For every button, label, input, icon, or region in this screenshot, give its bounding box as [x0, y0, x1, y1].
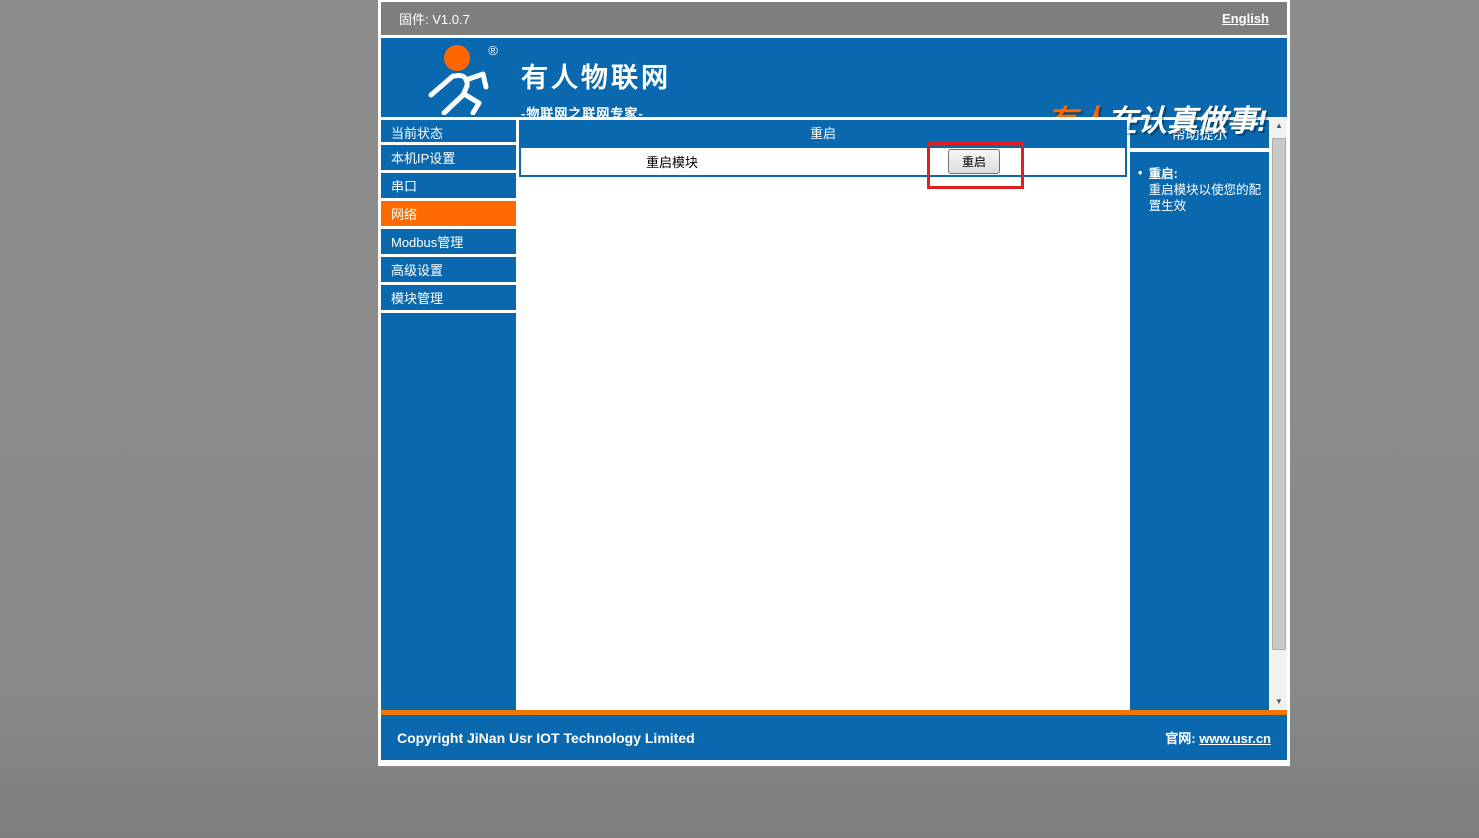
- sidebar-item-network[interactable]: 网络: [381, 201, 516, 229]
- help-term: 重启:: [1149, 166, 1263, 182]
- firmware-version: 固件: V1.0.7: [399, 9, 470, 28]
- scroll-up-arrow-icon[interactable]: ▲: [1271, 117, 1287, 134]
- browser-page: 固件: V1.0.7 English ® 有人物联网 -物联网之联网专家- 有人…: [378, 0, 1290, 766]
- help-item-reboot: • 重启: 重启模块以使您的配置生效: [1138, 166, 1263, 214]
- english-language-link[interactable]: English: [1222, 11, 1269, 26]
- page-footer: Copyright JiNan Usr IOT Technology Limit…: [381, 715, 1287, 760]
- topbar: 固件: V1.0.7 English: [381, 2, 1287, 35]
- usr-runner-logo-icon: ®: [421, 43, 507, 115]
- sidebar-item-serial-port[interactable]: 串口: [381, 173, 516, 201]
- brand-title: 有人物联网: [521, 56, 671, 95]
- reboot-label-cell: 重启模块: [521, 152, 823, 171]
- reboot-button-cell: 重启: [823, 149, 1125, 174]
- vertical-scrollbar[interactable]: ▲ ▼: [1271, 117, 1287, 710]
- help-description: 重启模块以使您的配置生效: [1149, 182, 1263, 214]
- reboot-button[interactable]: 重启: [948, 149, 1000, 174]
- main-content: 重启 重启模块 重启: [519, 117, 1127, 710]
- page-body: 当前状态 本机IP设置 串口 网络 Modbus管理 高级设置 模块管理 重启 …: [381, 117, 1287, 710]
- official-site: 官网: www.usr.cn: [1165, 728, 1271, 747]
- sidebar-item-modbus[interactable]: Modbus管理: [381, 229, 516, 257]
- help-panel-body: • 重启: 重启模块以使您的配置生效: [1130, 152, 1269, 710]
- sidebar-item-advanced[interactable]: 高级设置: [381, 257, 516, 285]
- help-item-text: 重启: 重启模块以使您的配置生效: [1149, 166, 1263, 214]
- reboot-panel-title: 重启: [519, 120, 1127, 148]
- svg-text:®: ®: [488, 43, 498, 58]
- brand-header: ® 有人物联网 -物联网之联网专家- 有人在认真做事!: [381, 38, 1287, 117]
- brand-text: 有人物联网 -物联网之联网专家-: [521, 56, 671, 122]
- sidebar-item-current-status[interactable]: 当前状态: [381, 117, 516, 145]
- scroll-down-arrow-icon[interactable]: ▼: [1271, 693, 1287, 710]
- copyright-text: Copyright JiNan Usr IOT Technology Limit…: [397, 730, 695, 746]
- reboot-row: 重启模块 重启: [519, 148, 1127, 177]
- sidebar-item-local-ip[interactable]: 本机IP设置: [381, 145, 516, 173]
- sidebar-menu: 当前状态 本机IP设置 串口 网络 Modbus管理 高级设置 模块管理: [381, 117, 516, 313]
- bullet-icon: •: [1138, 166, 1149, 214]
- sidebar-item-module-manage[interactable]: 模块管理: [381, 285, 516, 313]
- slogan-rest: 在认真做事!: [1107, 105, 1267, 138]
- usr-website-link[interactable]: www.usr.cn: [1199, 731, 1271, 746]
- reboot-module-label: 重启模块: [646, 152, 698, 171]
- site-label: 官网:: [1165, 731, 1195, 746]
- scrollbar-thumb[interactable]: [1272, 138, 1286, 650]
- help-panel: 帮助提示 • 重启: 重启模块以使您的配置生效: [1130, 117, 1269, 710]
- sidebar-nav: 当前状态 本机IP设置 串口 网络 Modbus管理 高级设置 模块管理: [381, 117, 516, 710]
- desktop-background: { "topbar": { "firmware": "固件: V1.0.7", …: [0, 0, 1479, 838]
- scrollbar-track[interactable]: [1271, 134, 1287, 693]
